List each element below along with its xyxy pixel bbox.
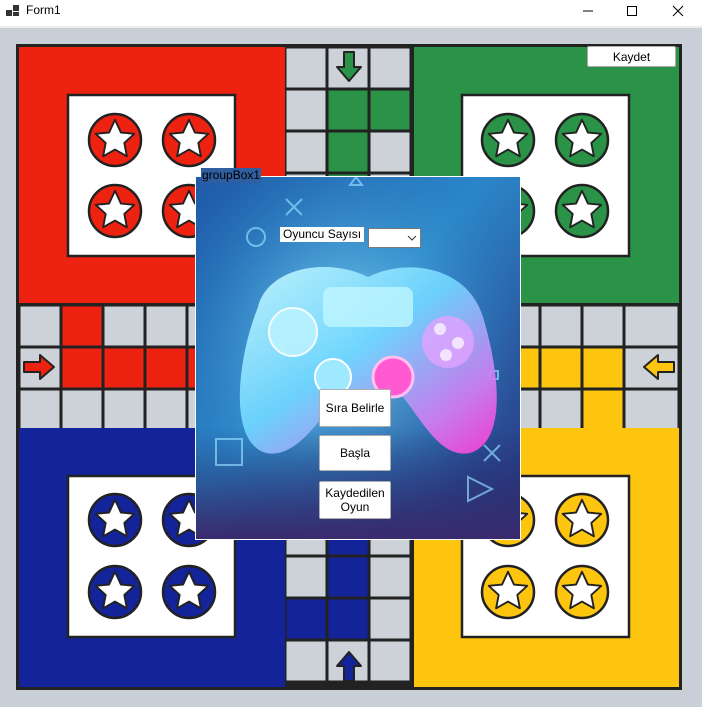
red-token-star-icon[interactable] (87, 112, 143, 168)
track-cell (370, 90, 410, 130)
track-cell (370, 599, 410, 639)
red-token-star-icon[interactable] (161, 112, 217, 168)
blue-token-star-icon[interactable] (87, 492, 143, 548)
yellow-token-star-icon[interactable] (554, 492, 610, 548)
track-cell (146, 348, 186, 388)
track-cell (625, 390, 678, 430)
track-cell (104, 390, 144, 430)
track-cell (146, 306, 186, 346)
track-cell (541, 348, 581, 388)
track-cell (62, 306, 102, 346)
track-cell (370, 132, 410, 172)
determine-order-button[interactable]: Sıra Belirle (319, 389, 391, 427)
start-button[interactable]: Başla (319, 435, 391, 471)
track-cell (328, 557, 368, 597)
track-cell (370, 48, 410, 88)
track-cell (62, 348, 102, 388)
track-cell (20, 306, 60, 346)
track-cell (541, 306, 581, 346)
track-cell (328, 90, 368, 130)
player-count-label: Oyuncu Sayısı (280, 227, 365, 242)
track-cell (583, 390, 623, 430)
track-cell (625, 306, 678, 346)
yellow-token-star-icon[interactable] (554, 564, 610, 620)
track-cell (62, 390, 102, 430)
track-cell (104, 306, 144, 346)
track-cell (146, 390, 186, 430)
track-cell (20, 390, 60, 430)
green-token-star-icon[interactable] (554, 112, 610, 168)
saved-game-button[interactable]: Kaydedilen Oyun (319, 481, 391, 519)
green-token-star-icon[interactable] (554, 183, 610, 239)
track-cell (328, 132, 368, 172)
groupbox: groupBox1 Oyuncu Sayısı Sıra Belirle Baş… (195, 168, 523, 542)
track-cell (583, 348, 623, 388)
track-cell (286, 90, 326, 130)
track-cell (583, 306, 623, 346)
track-cell (286, 641, 326, 681)
track-cell (104, 348, 144, 388)
groupbox-title: groupBox1 (201, 168, 262, 183)
green-token-star-icon[interactable] (480, 112, 536, 168)
chevron-down-icon (407, 235, 417, 241)
track-cell (370, 641, 410, 681)
track-cell (370, 557, 410, 597)
blue-token-star-icon[interactable] (161, 564, 217, 620)
track-cell (286, 557, 326, 597)
player-count-combobox[interactable] (368, 228, 421, 248)
track-cell (286, 599, 326, 639)
track-cell (541, 390, 581, 430)
track-cell (286, 48, 326, 88)
track-cell (286, 132, 326, 172)
save-button[interactable]: Kaydet (587, 46, 676, 67)
blue-token-star-icon[interactable] (87, 564, 143, 620)
yellow-token-star-icon[interactable] (480, 564, 536, 620)
track-cell (328, 599, 368, 639)
red-token-star-icon[interactable] (87, 183, 143, 239)
